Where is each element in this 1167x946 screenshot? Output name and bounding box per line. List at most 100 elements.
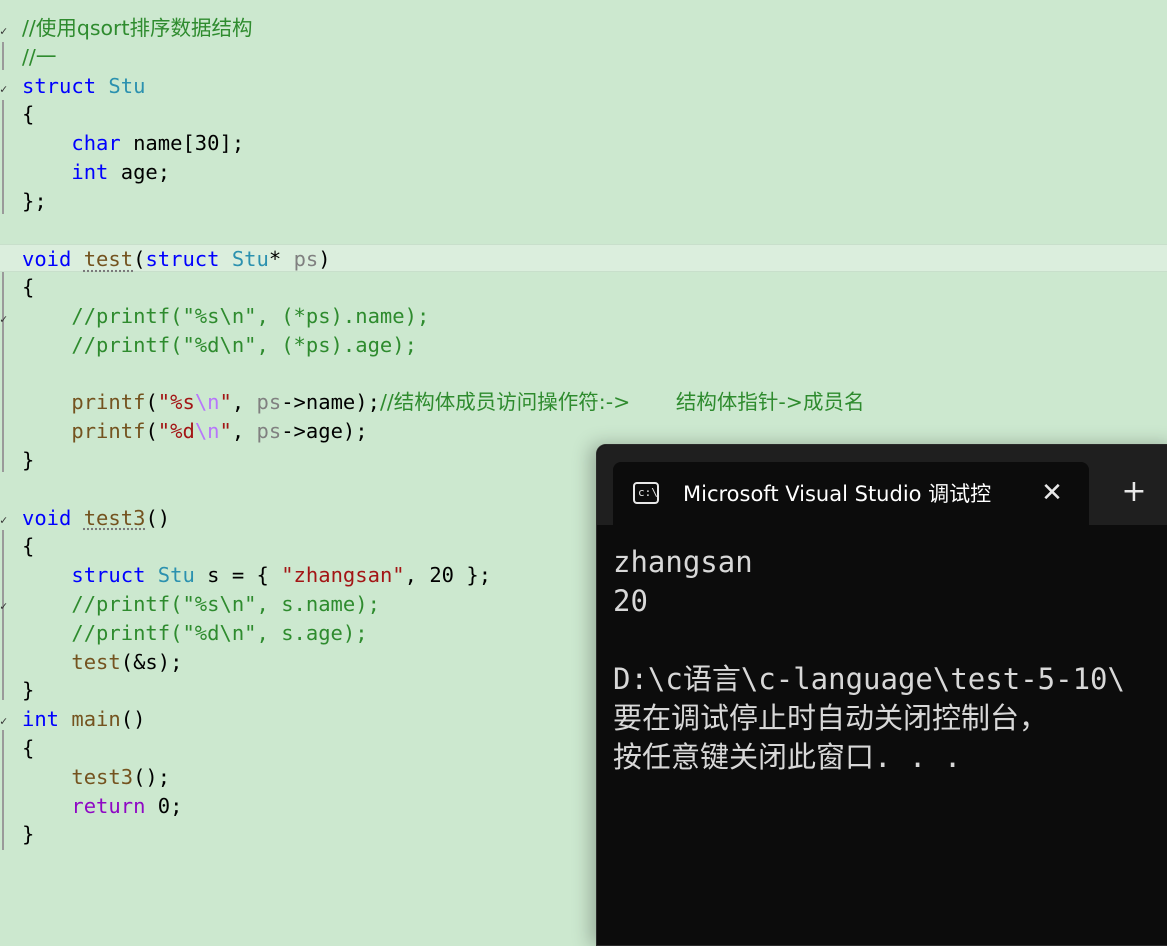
code-token: ): [318, 247, 331, 272]
terminal-line: 要在调试停止时自动关闭控制台，: [613, 701, 1049, 735]
code-token: \n: [194, 390, 220, 415]
code-token: "%s: [157, 390, 195, 415]
code-line[interactable]: {: [22, 532, 34, 560]
code-token: int: [22, 707, 60, 732]
code-token: (: [145, 390, 158, 415]
code-token: (: [145, 419, 158, 444]
code-token: test: [83, 247, 134, 272]
code-token: {: [22, 534, 35, 559]
code-line[interactable]: printf("%s\n", ps->name);//结构体成员访问操作符:->…: [22, 388, 864, 416]
code-token: test3: [71, 764, 134, 789]
code-token: //printf("%d\n", (*ps).age);: [71, 332, 417, 357]
fold-toggle-icon[interactable]: ✓: [0, 513, 7, 527]
fold-toggle-icon[interactable]: ✓: [0, 82, 7, 96]
code-line[interactable]: struct Stu: [22, 72, 145, 100]
code-line[interactable]: struct Stu s = { "zhangsan", 20 };: [22, 561, 491, 589]
code-token: "zhangsan": [281, 563, 405, 588]
code-line[interactable]: //printf("%s\n", (*ps).name);: [22, 302, 429, 330]
terminal-line: 按任意键关闭此窗口. . .: [613, 740, 962, 774]
terminal-tab[interactable]: c:\ Microsoft Visual Studio 调试控 ✕: [613, 462, 1089, 525]
terminal-line: D:\c语言\c-language\test-5-10\: [613, 662, 1125, 696]
code-line[interactable]: void test3(): [22, 504, 170, 532]
code-token: printf: [71, 419, 146, 444]
code-line[interactable]: int age;: [22, 158, 170, 186]
code-token: ();: [133, 764, 171, 789]
code-token: ": [219, 419, 232, 444]
console-icon-glyph: c:\: [638, 486, 658, 499]
code-token: ->name);: [281, 390, 380, 415]
code-line[interactable]: test3();: [22, 763, 170, 791]
code-line[interactable]: //printf("%d\n", (*ps).age);: [22, 331, 417, 359]
code-token: (): [120, 707, 146, 732]
fold-toggle-icon[interactable]: ✓: [0, 714, 7, 728]
code-token: char: [71, 131, 121, 156]
terminal-line: 20: [613, 584, 648, 618]
terminal-window[interactable]: c:\ Microsoft Visual Studio 调试控 ✕ + zhan…: [596, 444, 1167, 946]
code-line[interactable]: return 0;: [22, 792, 182, 820]
fold-toggle-icon[interactable]: ✓: [0, 599, 7, 613]
code-line[interactable]: {: [22, 734, 34, 762]
code-token: }: [22, 678, 35, 703]
code-token: test3: [83, 505, 146, 530]
code-token: return: [71, 793, 146, 818]
code-token: ,: [231, 419, 257, 444]
code-line[interactable]: };: [22, 187, 47, 215]
tab-title: Microsoft Visual Studio 调试控: [683, 482, 992, 506]
code-line[interactable]: //一: [22, 43, 56, 71]
code-token: //使用qsort排序数据结构: [22, 16, 253, 40]
code-token: //一: [22, 44, 57, 69]
console-icon: c:\: [633, 482, 659, 504]
code-token: (: [133, 247, 146, 272]
code-token: struct: [145, 247, 220, 272]
code-token: (&s);: [120, 649, 183, 674]
code-token: s = {: [194, 563, 282, 588]
code-token: {: [22, 736, 35, 760]
code-line[interactable]: //printf("%s\n", s.name);: [22, 590, 380, 618]
code-line[interactable]: }: [22, 446, 34, 474]
code-token: ,: [231, 390, 257, 415]
terminal-titlebar[interactable]: c:\ Microsoft Visual Studio 调试控 ✕ +: [597, 445, 1167, 525]
code-line[interactable]: char name[30];: [22, 129, 244, 157]
code-token: void: [22, 247, 72, 272]
code-token: ": [219, 390, 232, 415]
code-token: 0;: [145, 793, 183, 818]
code-line[interactable]: {: [22, 100, 34, 128]
code-line[interactable]: void test(struct Stu* ps): [0, 244, 1167, 273]
code-token: *: [268, 247, 294, 272]
code-token: ->age);: [281, 419, 368, 444]
close-icon[interactable]: ✕: [1037, 478, 1067, 508]
fold-guide: [2, 272, 4, 472]
code-line[interactable]: }: [22, 820, 34, 848]
code-token: {: [22, 275, 35, 300]
new-tab-button[interactable]: +: [1119, 477, 1149, 507]
code-token: }: [22, 448, 35, 472]
code-line[interactable]: test(&s);: [22, 648, 182, 676]
code-line[interactable]: {: [22, 273, 34, 301]
code-line[interactable]: int main(): [22, 705, 145, 733]
code-token: Stu: [157, 563, 195, 588]
code-token: "%d: [157, 419, 195, 444]
fold-toggle-icon[interactable]: ✓: [0, 24, 7, 38]
fold-guide: [2, 530, 4, 700]
code-line[interactable]: }: [22, 676, 34, 704]
terminal-line: zhangsan: [613, 545, 753, 579]
code-token: };: [22, 188, 47, 213]
code-token: main: [71, 707, 121, 732]
code-line[interactable]: printf("%d\n", ps->age);: [22, 417, 368, 445]
fold-guide: [2, 42, 4, 70]
code-line[interactable]: //使用qsort排序数据结构: [22, 14, 253, 42]
code-token: Stu: [231, 247, 269, 272]
code-token: struct: [22, 73, 97, 98]
code-token: printf: [71, 390, 146, 415]
code-token: void: [22, 505, 72, 530]
fold-toggle-icon[interactable]: ✓: [0, 312, 7, 326]
code-line[interactable]: //printf("%d\n", s.age);: [22, 619, 367, 647]
